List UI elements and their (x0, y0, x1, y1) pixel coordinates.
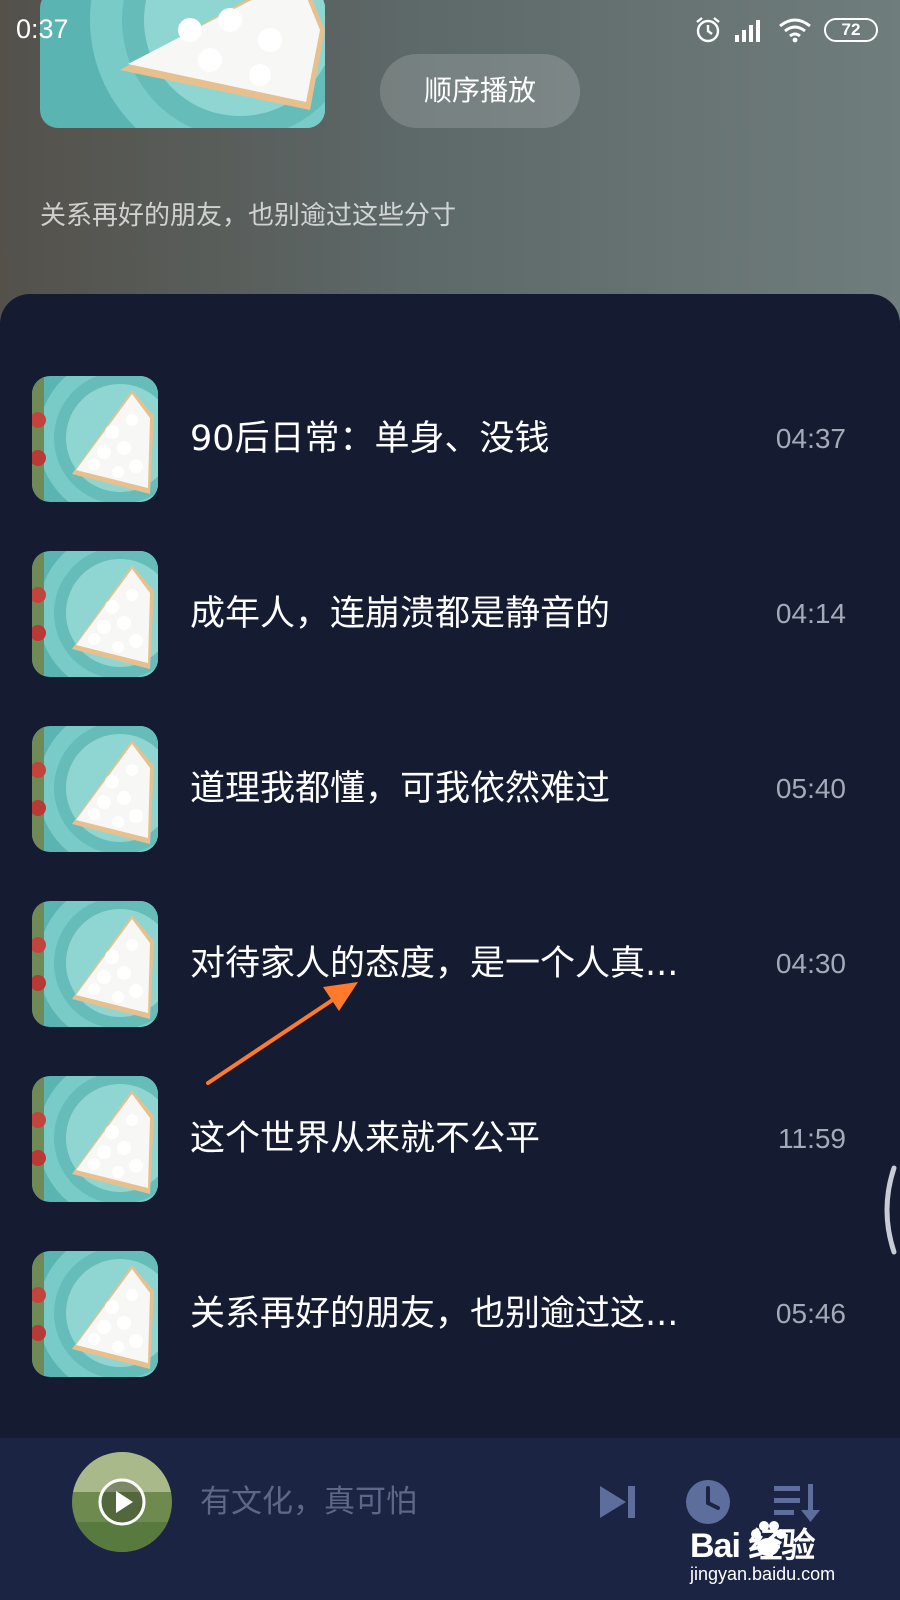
album-subtitle: 关系再好的朋友，也别逾过这些分寸 (40, 201, 457, 231)
track-title: 道理我都懂，可我依然难过 (190, 769, 611, 809)
track-duration: 04:14 (775, 598, 846, 629)
wifi-icon (779, 18, 811, 43)
track-row[interactable]: 成年人，连崩溃都是静音的 04:14 (0, 539, 900, 689)
album-header: 0:37 72 顺序播放 关系再好的朋友，也别逾过这些分寸 (0, 0, 900, 330)
track-duration: 11:59 (778, 1123, 846, 1154)
track-title: 关系再好的朋友，也别逾过这... (190, 1294, 679, 1334)
status-icons: 72 (694, 16, 878, 44)
scroll-handle[interactable] (874, 1164, 900, 1256)
annotation-arrow (206, 982, 358, 1085)
track-row[interactable]: 这个世界从来就不公平 11:59 (0, 1064, 900, 1214)
paw-icon (751, 1521, 786, 1556)
alarm-icon (696, 17, 720, 43)
track-thumbnail (32, 551, 158, 677)
skip-next-icon (600, 1486, 635, 1518)
track-duration: 04:30 (775, 948, 846, 979)
track-thumbnail (32, 1076, 158, 1202)
track-row[interactable]: 关系再好的朋友，也别逾过这... 05:46 (0, 1239, 900, 1389)
track-row[interactable]: 对待家人的态度，是一个人真... 04:30 (0, 889, 900, 1039)
track-list-panel: 90后日常：单身、没钱 04:37 成年人，连崩溃都是静音的 04:14 道理我… (0, 294, 900, 1439)
track-row[interactable]: 90后日常：单身、没钱 04:37 (0, 364, 900, 514)
now-playing-cover[interactable] (72, 1452, 172, 1552)
track-duration: 05:46 (775, 1298, 846, 1329)
watermark-url: jingyan.baidu.com (690, 1564, 836, 1584)
track-thumbnail (32, 376, 158, 502)
signal-icon (735, 20, 760, 42)
track-thumbnail (32, 726, 158, 852)
track-title: 90后日常：单身、没钱 (190, 419, 550, 459)
now-playing-image (72, 1452, 172, 1552)
now-playing-title: 有文化，真可怕 (200, 1484, 417, 1520)
track-title: 成年人，连崩溃都是静音的 (190, 594, 611, 634)
status-bar: 0:37 72 (0, 0, 900, 60)
track-duration: 04:37 (775, 423, 846, 454)
track-thumbnail (32, 1251, 158, 1377)
track-row[interactable]: 道理我都懂，可我依然难过 05:40 (0, 714, 900, 864)
play-mode-button[interactable]: 顺序播放 (380, 54, 580, 128)
battery-icon: 72 (824, 18, 878, 42)
status-time: 0:37 (16, 14, 69, 44)
track-thumbnail (32, 901, 158, 1027)
baidu-watermark: Bai 经验 jingyan.baidu.com (690, 1518, 890, 1594)
track-duration: 05:40 (775, 773, 846, 804)
skip-next-button[interactable] (590, 1474, 646, 1530)
